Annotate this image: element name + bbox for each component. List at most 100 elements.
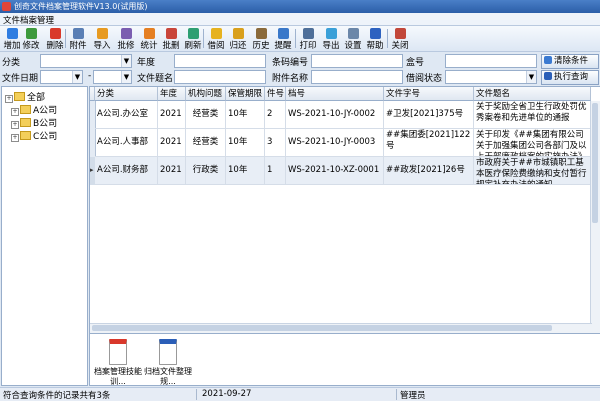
cell-number: 3 [265, 129, 286, 157]
tree-node-company-a[interactable]: + A公司 [11, 103, 57, 116]
close-icon [394, 28, 406, 39]
year-input[interactable] [174, 54, 266, 68]
attachments-panel: 档案管理技能训... 归档文件整理规... [89, 333, 600, 386]
column-header-term[interactable]: 保管期限 [226, 87, 265, 101]
borrow-status-label: 借阅状态 [406, 74, 443, 84]
column-header-category[interactable]: 分类 [95, 87, 158, 101]
help-icon [369, 28, 381, 39]
toolbar-button-label: 历史 [252, 41, 270, 51]
column-header-number[interactable]: 件号 [265, 87, 286, 101]
barcode-label: 条码编号 [272, 58, 309, 68]
chevron-down-icon[interactable]: ▼ [121, 55, 131, 67]
delete-icon [49, 28, 61, 39]
attachment-name-label: 附件名称 [272, 74, 309, 84]
toolbar-button-gear[interactable]: 设置 [342, 26, 364, 51]
clear-conditions-button[interactable]: 清除条件 [541, 54, 599, 69]
column-header-org[interactable]: 机构问题 [186, 87, 226, 101]
category-select[interactable]: ▼ [40, 54, 132, 68]
query-row-1: 分类 ▼ 年度 条码编号 盒号 清除条件 [0, 53, 600, 69]
toolbar-button-history[interactable]: 历史 [250, 26, 272, 51]
column-header-code[interactable]: 档号 [286, 87, 384, 101]
toolbar-button-help[interactable]: 帮助 [364, 26, 386, 51]
chevron-down-icon[interactable]: ▼ [121, 71, 131, 83]
stats-icon [143, 28, 155, 39]
tree-node-all[interactable]: + 全部 [5, 90, 45, 103]
cell-title: 关于印发《##集团有限公司关于加强集团公司各部门及以上干部廉政档案的实施办法》的… [474, 129, 591, 157]
tree-node-company-c[interactable]: + C公司 [11, 129, 57, 142]
toolbar-button-label: 修改 [22, 41, 40, 51]
column-header-ref[interactable]: 文件字号 [384, 87, 474, 101]
horizontal-scrollbar[interactable] [90, 323, 592, 333]
column-header-title[interactable]: 文件题名 [474, 87, 591, 101]
column-header-year[interactable]: 年度 [158, 87, 186, 101]
toolbar-button-import[interactable]: 导入 [91, 26, 113, 51]
toolbar-button-delete[interactable]: 删除 [44, 26, 66, 51]
status-bar: 符合查询条件的记录共有3条 2021-09-27 管理员 [0, 387, 600, 401]
vertical-scrollbar[interactable] [590, 101, 600, 333]
cell-category: A公司.人事部 [95, 129, 158, 157]
cell-title: 关于奖励全省卫生行政处罚优秀案卷和先进单位的通报 [474, 101, 591, 129]
toolbar-button-return[interactable]: 归还 [227, 26, 249, 51]
execute-query-button[interactable]: 执行查询 [541, 70, 599, 85]
clock-icon [277, 28, 289, 39]
import-icon [96, 28, 108, 39]
toolbar-button-close[interactable]: 关闭 [389, 26, 411, 51]
toolbar-button-stats[interactable]: 统计 [138, 26, 160, 51]
file-title-input[interactable] [174, 70, 266, 84]
borrow-icon [210, 28, 222, 39]
records-table: 分类 年度 机构问题 保管期限 件号 档号 文件字号 文件题名 A公司.办公室 … [89, 86, 600, 334]
box-input[interactable] [445, 54, 537, 68]
toolbar-button-label: 关闭 [391, 41, 409, 51]
batch-delete-icon [165, 28, 177, 39]
toolbar-button-batch-edit[interactable]: 批修 [115, 26, 137, 51]
toolbar-button-refresh[interactable]: 刷新 [182, 26, 204, 51]
expand-icon[interactable]: + [11, 121, 19, 129]
toolbar-button-attach[interactable]: 附件 [67, 26, 89, 51]
refresh-icon [187, 28, 199, 39]
scroll-thumb[interactable] [592, 103, 598, 223]
borrow-status-select[interactable]: ▼ [445, 70, 537, 84]
cell-org: 经营类 [186, 101, 226, 129]
toolbar-button-clock[interactable]: 提醒 [272, 26, 294, 51]
toolbar-button-export[interactable]: 导出 [320, 26, 342, 51]
cell-ref: ##集团委[2021]122号 [384, 129, 474, 157]
tree-node-company-b[interactable]: + B公司 [11, 116, 57, 129]
date-to-select[interactable]: ▼ [93, 70, 132, 84]
attachment-name-input[interactable] [311, 70, 403, 84]
toolbar-button-print[interactable]: 打印 [297, 26, 319, 51]
toolbar-button-batch-delete[interactable]: 批删 [160, 26, 182, 51]
cell-code: WS-2021-10-JY-0003 [286, 129, 384, 157]
scroll-thumb[interactable] [92, 325, 552, 331]
toolbar-button-borrow[interactable]: 借阅 [205, 26, 227, 51]
expand-icon[interactable]: + [5, 95, 13, 103]
toolbar-button-label: 导入 [93, 41, 111, 51]
gear-icon [347, 28, 359, 39]
file-title-label: 文件题名 [137, 74, 174, 84]
cell-year: 2021 [158, 101, 186, 129]
menu-item-file-archive[interactable]: 文件档案管理 [3, 14, 54, 26]
chevron-down-icon[interactable]: ▼ [72, 71, 82, 83]
date-from-select[interactable]: ▼ [40, 70, 83, 84]
barcode-input[interactable] [311, 54, 403, 68]
cell-ref: #卫发[2021]375号 [384, 101, 474, 129]
toolbar-button-label: 打印 [299, 41, 317, 51]
toolbar-button-label: 导出 [322, 41, 340, 51]
toolbar-button-label: 归还 [229, 41, 247, 51]
toolbar-separator [65, 29, 66, 48]
expand-icon[interactable]: + [11, 108, 19, 116]
toolbar-button-edit[interactable]: 修改 [20, 26, 42, 51]
cell-year: 2021 [158, 129, 186, 157]
attachment-item[interactable]: 档案管理技能训... [94, 339, 142, 387]
expand-icon[interactable]: + [11, 134, 19, 142]
chevron-down-icon[interactable]: ▼ [526, 71, 536, 83]
attachment-item[interactable]: 归档文件整理规... [144, 339, 192, 387]
attach-icon [72, 28, 84, 39]
file-date-label: 文件日期 [2, 74, 39, 84]
folder-icon [14, 92, 25, 101]
cell-org: 行政类 [186, 157, 226, 185]
category-tree: + 全部 + A公司 + B公司 + C公司 [1, 86, 88, 386]
cell-term: 10年 [226, 101, 265, 129]
cell-number: 1 [265, 157, 286, 185]
cell-code: WS-2021-10-XZ-0001 [286, 157, 384, 185]
folder-icon [20, 131, 31, 140]
